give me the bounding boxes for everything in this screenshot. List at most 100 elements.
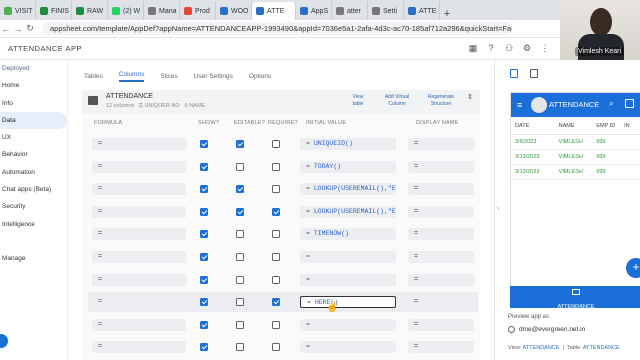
sidebar-item[interactable]: Info xyxy=(0,95,67,112)
formula-input[interactable]: = xyxy=(92,183,186,196)
help-icon[interactable]: ? xyxy=(486,43,496,53)
browser-tab[interactable]: VISIT xyxy=(0,2,36,20)
display-name-input[interactable]: = xyxy=(408,205,474,218)
subtab[interactable]: Options xyxy=(249,73,271,80)
show-checkbox[interactable] xyxy=(200,320,208,329)
search-icon[interactable]: ⌕ xyxy=(609,99,613,109)
initial-value-input[interactable]: = TIMENOW() xyxy=(300,228,396,241)
initial-value-input[interactable]: = LOOKUP(USEREMAIL(),"E xyxy=(300,183,396,196)
sidebar-item[interactable]: Chat apps (Beta) xyxy=(0,181,67,198)
apps-icon[interactable]: ⋮ xyxy=(540,43,550,53)
editable-checkbox[interactable] xyxy=(236,230,244,239)
browser-tab[interactable]: RAW xyxy=(72,2,108,20)
formula-input[interactable]: = xyxy=(92,341,186,354)
sidebar-item[interactable]: Security xyxy=(0,198,67,215)
initial-value-input[interactable]: = UNIQUEID() xyxy=(300,138,396,150)
initial-value-input[interactable]: = LOOKUP(USEREMAIL(),"E xyxy=(300,205,396,218)
require-checkbox[interactable] xyxy=(272,343,280,352)
browser-tab[interactable]: Mana xyxy=(144,2,180,20)
table-link[interactable]: ATTENDANCE xyxy=(583,345,620,351)
reload-icon[interactable]: ↻ xyxy=(24,23,36,34)
editable-checkbox[interactable] xyxy=(236,253,244,261)
back-icon[interactable]: ← xyxy=(0,24,12,34)
display-name-input[interactable]: = xyxy=(408,296,474,309)
show-checkbox[interactable] xyxy=(200,298,208,307)
editable-checkbox[interactable] xyxy=(236,207,244,216)
editable-checkbox[interactable] xyxy=(236,320,244,329)
menu-icon[interactable]: ≡ xyxy=(517,101,522,110)
table-card-header[interactable]: ATTENDANCE 12 columns ⚿ UNIQUER NO ⊘ NAM… xyxy=(82,90,480,114)
view-table-button[interactable]: View table xyxy=(344,94,372,108)
show-checkbox[interactable] xyxy=(200,185,208,194)
tablet-preview-icon[interactable] xyxy=(530,69,538,78)
show-checkbox[interactable] xyxy=(200,253,208,261)
formula-input[interactable]: = xyxy=(92,251,186,263)
display-name-input[interactable]: = xyxy=(408,138,474,150)
browser-tab[interactable]: Prod xyxy=(180,2,216,20)
sidebar-item[interactable]: Automation xyxy=(0,164,67,181)
formula-input[interactable]: = xyxy=(92,273,186,286)
sidebar-item[interactable]: Behavior xyxy=(0,146,67,163)
sidebar-item[interactable]: Data xyxy=(0,111,67,130)
forward-icon[interactable]: → xyxy=(12,24,24,34)
phone-table-row[interactable]: 3/13/2023 VIMLESH 999 xyxy=(511,165,640,180)
sort-icon[interactable]: ⇕ xyxy=(466,94,474,101)
display-name-input[interactable]: = xyxy=(408,183,474,196)
editable-checkbox[interactable] xyxy=(236,162,244,171)
show-checkbox[interactable] xyxy=(200,140,208,148)
mobile-preview-icon[interactable] xyxy=(510,69,518,78)
sidebar-item[interactable]: Manage xyxy=(0,250,67,267)
browser-tab[interactable]: ATTE xyxy=(404,2,440,20)
editable-checkbox[interactable] xyxy=(236,343,244,352)
require-checkbox[interactable] xyxy=(272,298,280,307)
require-checkbox[interactable] xyxy=(272,230,280,239)
browser-tab[interactable]: ATTE xyxy=(252,2,296,20)
sidebar-item[interactable]: Deployed xyxy=(0,60,67,77)
address-bar[interactable]: appsheet.com/template/AppDef?appName=ATT… xyxy=(42,22,512,35)
phone-table-row[interactable]: 3/13/2023 VIMLESH 999 xyxy=(511,150,640,165)
subtab[interactable]: Columns xyxy=(118,71,145,82)
formula-input[interactable]: = xyxy=(92,160,186,173)
formula-input[interactable]: = xyxy=(92,228,186,241)
show-checkbox[interactable] xyxy=(200,343,208,352)
show-checkbox[interactable] xyxy=(200,207,208,216)
require-checkbox[interactable] xyxy=(272,320,280,329)
preview-as-user[interactable]: dme@evergreen.net.in xyxy=(508,326,585,333)
initial-value-input[interactable]: = xyxy=(300,251,396,263)
phone-column-header[interactable]: DATE xyxy=(511,123,559,129)
subtab[interactable]: User Settings xyxy=(194,73,233,80)
browser-tab[interactable]: (2) W xyxy=(108,2,144,20)
browser-tab[interactable]: atter xyxy=(332,2,368,20)
browser-tab[interactable]: Setti xyxy=(368,2,404,20)
sidebar-item[interactable]: Intelligence xyxy=(0,216,67,233)
formula-input[interactable]: = xyxy=(92,205,186,218)
table-icon[interactable]: ▦ xyxy=(468,43,478,53)
sidebar-item[interactable]: Home xyxy=(0,77,67,94)
sidebar-item[interactable]: UX xyxy=(0,129,67,146)
display-name-input[interactable]: = xyxy=(408,228,474,241)
phone-bottom-nav[interactable]: ATTENDANCE xyxy=(510,286,640,310)
display-name-input[interactable]: = xyxy=(408,318,474,331)
editable-checkbox[interactable] xyxy=(236,185,244,194)
add-virtual-column-button[interactable]: Add Virtual Column xyxy=(378,94,416,108)
browser-tab[interactable]: FINIS xyxy=(36,2,72,20)
require-checkbox[interactable] xyxy=(272,207,280,216)
resize-grip-icon[interactable]: › xyxy=(497,206,499,212)
new-tab-button[interactable]: + xyxy=(440,8,454,20)
subtab[interactable]: Tables xyxy=(84,73,103,80)
editable-checkbox[interactable] xyxy=(236,275,244,284)
editable-checkbox[interactable] xyxy=(236,140,244,148)
display-name-input[interactable]: = xyxy=(408,160,474,173)
formula-input[interactable]: = xyxy=(92,296,186,309)
formula-input[interactable]: = xyxy=(92,138,186,150)
initial-value-input[interactable]: = TODAY() xyxy=(300,160,396,173)
require-checkbox[interactable] xyxy=(272,253,280,261)
regenerate-structure-button[interactable]: Regenerate Structure xyxy=(422,94,460,108)
show-checkbox[interactable] xyxy=(200,230,208,239)
settings-icon[interactable]: ⚙ xyxy=(522,43,532,53)
phone-column-header[interactable]: EMP ID xyxy=(596,123,624,129)
select-icon[interactable] xyxy=(625,99,634,108)
subtab[interactable]: Slices xyxy=(160,73,177,80)
show-checkbox[interactable] xyxy=(200,162,208,171)
display-name-input[interactable]: = xyxy=(408,341,474,354)
